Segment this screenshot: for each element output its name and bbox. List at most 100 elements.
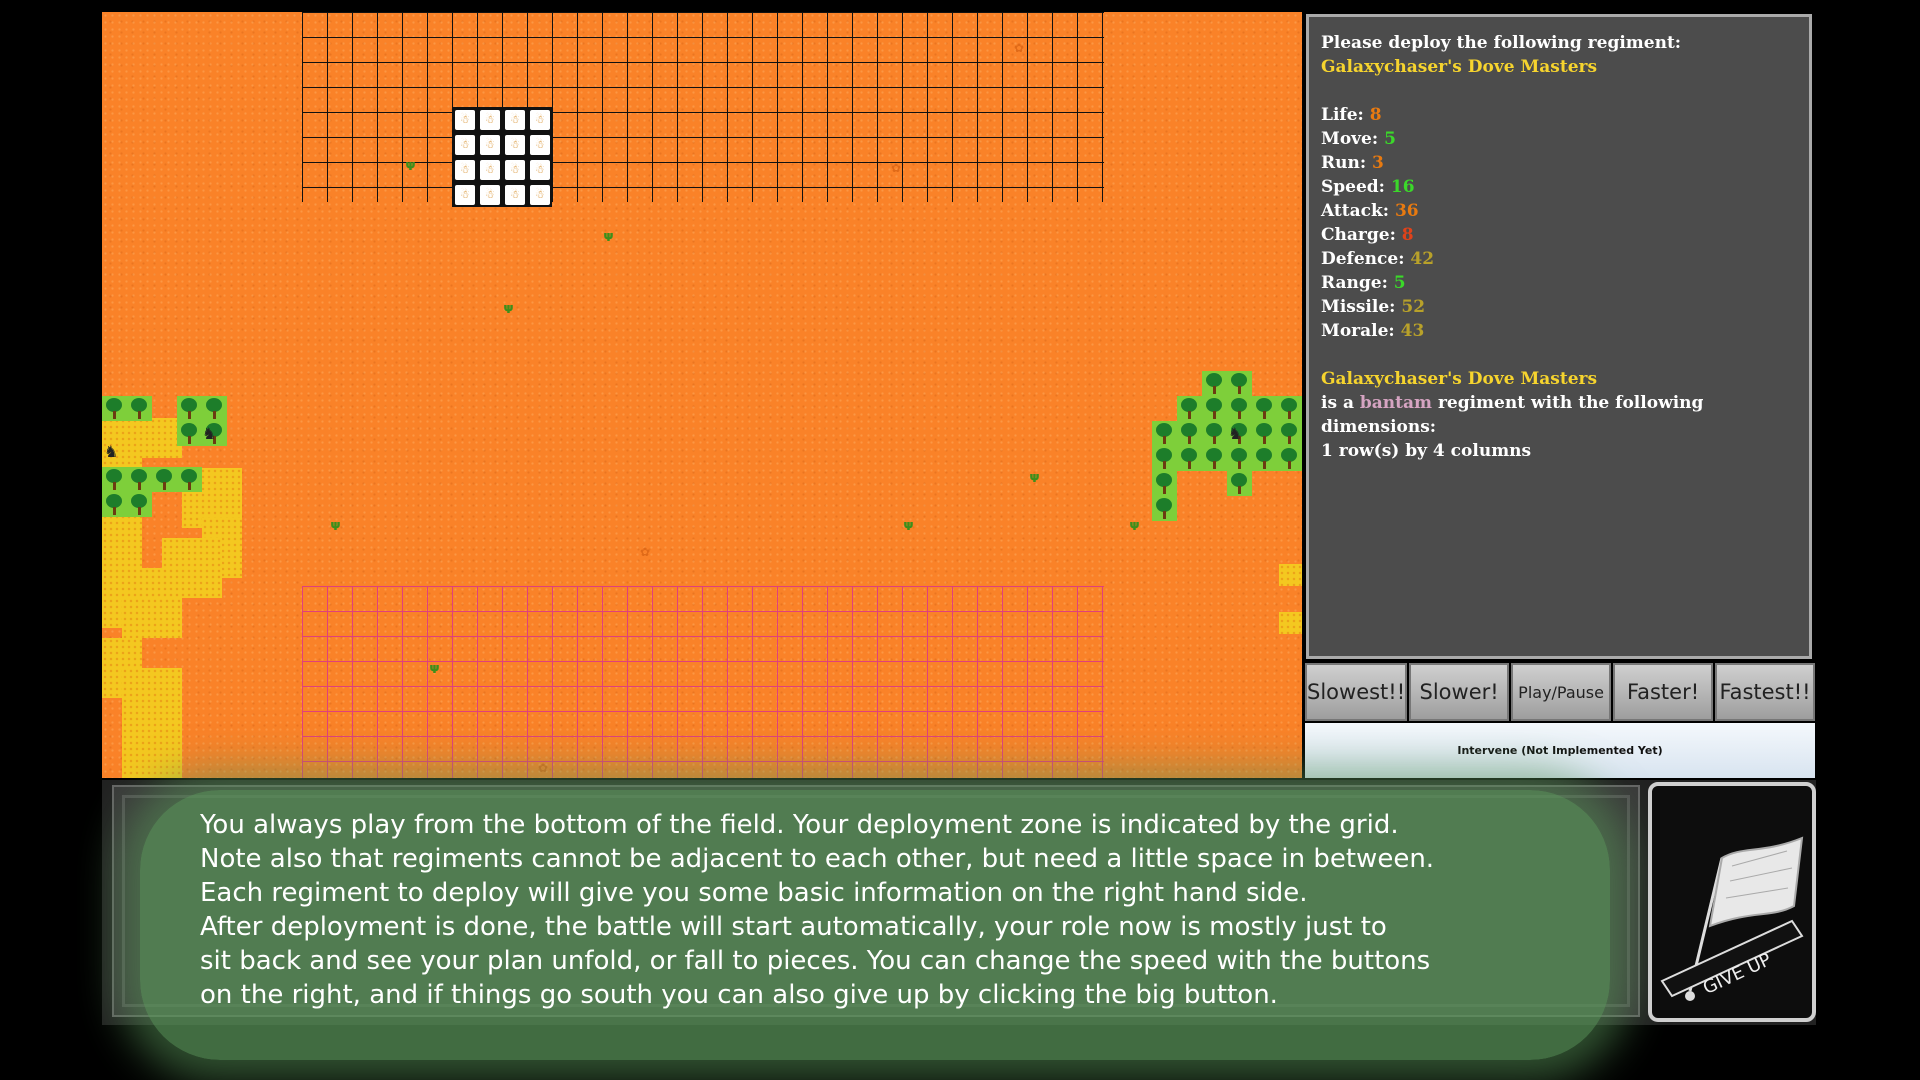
beast-icon: ♞ [1228, 424, 1243, 443]
tree-icon [202, 396, 227, 421]
beast-icon: ♞ [104, 442, 119, 461]
sand-patch [122, 668, 182, 778]
slower-button[interactable]: Slower! [1409, 663, 1510, 721]
stat-row: Run: 3 [1321, 151, 1797, 175]
stat-value: 43 [1400, 321, 1425, 341]
tree-icon [127, 492, 152, 517]
tree-icon [102, 396, 127, 421]
tree-icon [1202, 421, 1227, 446]
stat-row: Defence: 42 [1321, 247, 1797, 271]
grass-tuft: ᴪ [405, 158, 416, 174]
dove-soldier-icon: ☃ [455, 110, 475, 130]
dove-soldier-icon: ☃ [530, 185, 550, 205]
tree-icon [177, 467, 202, 492]
player-deployment-grid[interactable] [302, 586, 1104, 778]
dove-soldier-icon: ☃ [530, 160, 550, 180]
regiment-description: is a bantam regiment with the following … [1321, 391, 1797, 439]
tree-icon [1152, 496, 1177, 521]
deploy-prompt: Please deploy the following regiment: [1321, 33, 1682, 53]
tutorial-line: Each regiment to deploy will give you so… [200, 878, 1308, 908]
grass-tuft: ᴪ [330, 518, 341, 534]
tutorial-text: You always play from the bottom of the f… [200, 808, 1600, 1012]
tree-icon [102, 492, 127, 517]
stat-label: Attack: [1321, 201, 1390, 221]
dove-soldier-icon: ☃ [480, 110, 500, 130]
fastest-button[interactable]: Fastest!! [1715, 663, 1815, 721]
stat-label: Charge: [1321, 225, 1396, 245]
stat-label: Run: [1321, 153, 1367, 173]
stat-label: Life: [1321, 105, 1364, 125]
stat-label: Missile: [1321, 297, 1396, 317]
tutorial-line: on the right, and if things go south you… [200, 980, 1278, 1010]
dove-soldier-icon: ☃ [480, 135, 500, 155]
dove-soldier-icon: ☃ [480, 185, 500, 205]
stat-row: Attack: 36 [1321, 199, 1797, 223]
regiment-type: bantam [1359, 393, 1433, 413]
tutorial-line: sit back and see your plan unfold, or fa… [200, 946, 1431, 976]
tutorial-line: You always play from the bottom of the f… [200, 810, 1399, 840]
tree-icon [1152, 446, 1177, 471]
tree-icon [1277, 446, 1302, 471]
sand-patch [1279, 612, 1302, 634]
slowest-button[interactable]: Slowest!! [1305, 663, 1408, 721]
play-pause-button[interactable]: Play/Pause [1511, 663, 1612, 721]
dove-soldier-icon: ☃ [530, 135, 550, 155]
stat-label: Morale: [1321, 321, 1395, 341]
tree-icon [1202, 446, 1227, 471]
tree-icon [177, 421, 202, 446]
enemy-deployment-grid [302, 12, 1104, 202]
enemy-regiment[interactable]: ☃ ☃ ☃ ☃ ☃ ☃ ☃ ☃ ☃ ☃ ☃ ☃ ☃ ☃ ☃ ☃ [452, 107, 552, 207]
flower: ✿ [1014, 41, 1025, 55]
tree-icon [1177, 446, 1202, 471]
beast-icon: ♞ [202, 424, 217, 443]
stat-value: 5 [1393, 273, 1406, 293]
tree-icon [1152, 471, 1177, 496]
dove-soldier-icon: ☃ [455, 185, 475, 205]
tutorial-line: Note also that regiments cannot be adjac… [200, 844, 1435, 874]
grass-tuft: ᴪ [429, 661, 440, 677]
stat-label: Defence: [1321, 249, 1405, 269]
stat-label: Move: [1321, 129, 1379, 149]
intervene-button[interactable]: Intervene (Not Implemented Yet) [1305, 723, 1815, 778]
dove-soldier-icon: ☃ [455, 160, 475, 180]
dove-soldier-icon: ☃ [505, 135, 525, 155]
tree-icon [1177, 396, 1202, 421]
tree-icon [152, 467, 177, 492]
stat-row: Life: 8 [1321, 103, 1797, 127]
dove-soldier-icon: ☃ [530, 110, 550, 130]
dove-soldier-icon: ☃ [455, 135, 475, 155]
stat-value: 5 [1384, 129, 1396, 149]
stat-label: Speed: [1321, 177, 1385, 197]
grass-tuft: ᴪ [603, 229, 614, 245]
stat-row: Range: 5 [1321, 271, 1797, 295]
flower: ✿ [891, 161, 902, 175]
stat-value: 52 [1401, 297, 1426, 317]
regiment-name: Galaxychaser's Dove Masters [1321, 57, 1598, 77]
tree-icon [177, 396, 202, 421]
desc-prefix: is a [1321, 393, 1354, 413]
sand-patch [1279, 564, 1302, 586]
stat-value: 16 [1390, 177, 1415, 197]
stat-row: Move: 5 [1321, 127, 1797, 151]
give-up-button[interactable]: GIVE UP [1648, 782, 1816, 1022]
stat-row: Speed: 16 [1321, 175, 1797, 199]
tree-icon [1152, 421, 1177, 446]
stat-row: Morale: 43 [1321, 319, 1797, 343]
regiment-name-secondary: Galaxychaser's Dove Masters [1321, 369, 1598, 389]
dove-soldier-icon: ☃ [480, 160, 500, 180]
tree-icon [1227, 396, 1252, 421]
stat-row: Charge: 8 [1321, 223, 1797, 247]
grass-tuft: ᴪ [1029, 470, 1040, 486]
sand-patch [122, 598, 182, 638]
grass-tuft: ᴪ [503, 301, 514, 317]
flower: ✿ [640, 545, 651, 559]
battlefield[interactable]: ☃ ☃ ☃ ☃ ☃ ☃ ☃ ☃ ☃ ☃ ☃ ☃ ☃ ☃ ☃ ☃ ♞ ♞ ♞ ᴪ … [102, 12, 1302, 778]
tree-icon [1252, 421, 1277, 446]
faster-button[interactable]: Faster! [1613, 663, 1714, 721]
grass-tuft: ᴪ [903, 518, 914, 534]
tree-icon [1252, 446, 1277, 471]
regiment-info-panel: Please deploy the following regiment: Ga… [1306, 14, 1812, 659]
stat-value: 8 [1369, 105, 1382, 125]
tree-icon [1277, 396, 1302, 421]
tree-icon [1177, 421, 1202, 446]
